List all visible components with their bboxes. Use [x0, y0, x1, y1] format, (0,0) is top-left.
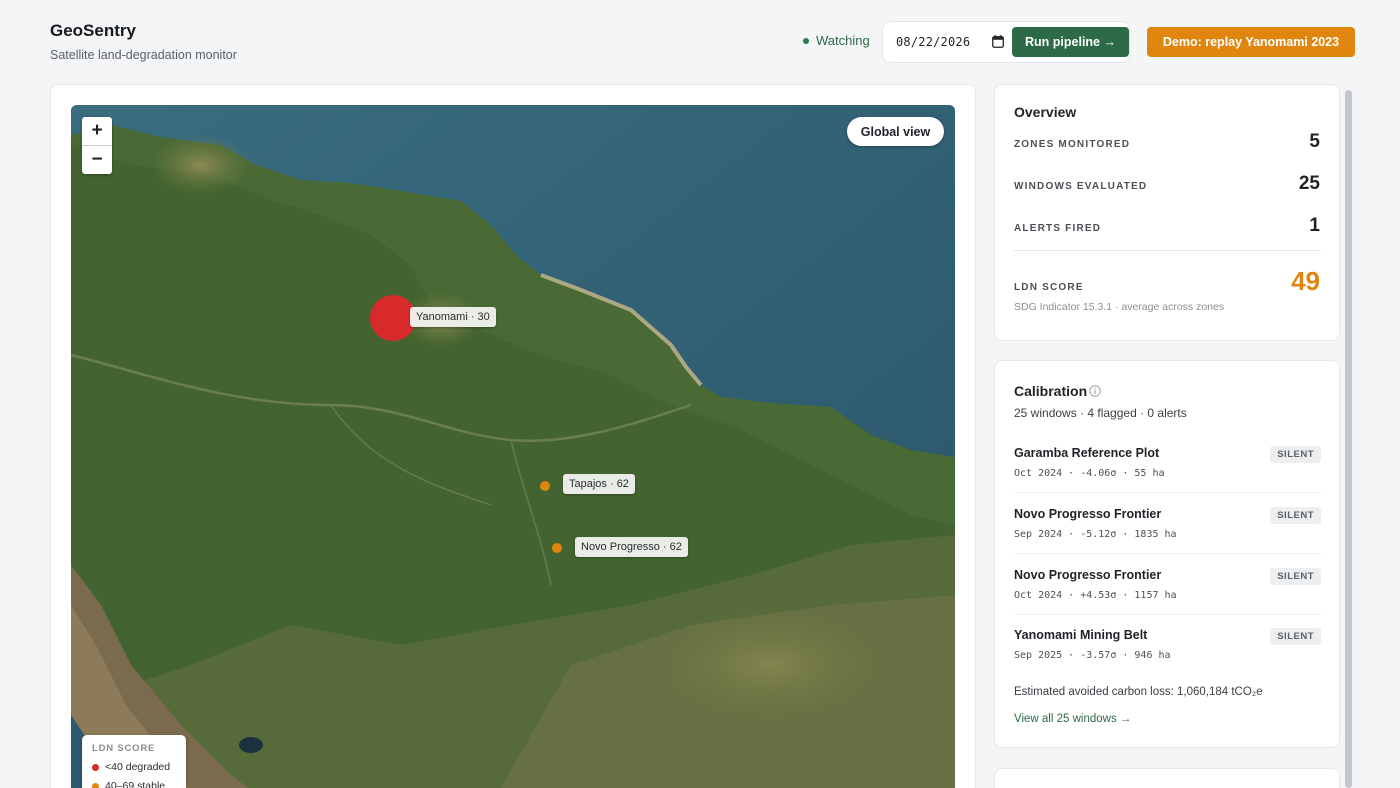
- calibration-item-meta: Oct 2024 · -4.06σ · 55 ha: [1014, 468, 1165, 479]
- stat-label-windows: WINDOWS EVALUATED: [1014, 181, 1148, 192]
- overview-divider: [1014, 250, 1321, 251]
- info-icon[interactable]: [1089, 385, 1101, 397]
- app-header: GeoSentry Satellite land-degradation mon…: [0, 0, 1400, 80]
- next-panel: [994, 768, 1340, 788]
- zone-label-novo-progresso: Novo Progresso · 62: [575, 537, 688, 557]
- calibration-item-meta: Oct 2024 · +4.53σ · 1157 ha: [1014, 590, 1177, 601]
- zone-marker-novo-progresso[interactable]: [552, 543, 562, 553]
- scrollbar-thumb[interactable]: [1345, 90, 1352, 788]
- calibration-summary: 25 windows · 4 flagged · 0 alerts: [1014, 406, 1187, 420]
- legend-item: 40–69 stable: [92, 780, 176, 788]
- calibration-divider: [1014, 553, 1321, 554]
- stat-value-windows: 25: [1298, 173, 1320, 194]
- legend-title: LDN SCORE: [92, 743, 156, 754]
- stat-label-zones: ZONES MONITORED: [1014, 139, 1131, 150]
- terrain-layer: [71, 105, 955, 788]
- legend-label: 40–69 stable: [105, 780, 166, 788]
- calibration-item-name: Garamba Reference Plot: [1014, 446, 1160, 460]
- legend-swatch: [92, 782, 99, 788]
- date-value: 08/22/2026: [896, 35, 971, 49]
- ldn-description: SDG Indicator 15.3.1 · average across zo…: [1014, 301, 1225, 313]
- calibration-item-name: Novo Progresso Frontier: [1014, 507, 1162, 521]
- legend-swatch: [92, 763, 99, 771]
- calibration-item-meta: Sep 2025 · -3.57σ · 946 ha: [1014, 650, 1171, 661]
- run-pipeline-button[interactable]: Run pipeline →: [1012, 27, 1129, 57]
- app-subtitle: Satellite land-degradation monitor: [50, 48, 237, 62]
- view-all-windows-link[interactable]: View all 25 windows →: [1014, 713, 1131, 725]
- calibration-item[interactable]: Garamba Reference Plot Oct 2024 · -4.06σ…: [1014, 446, 1321, 506]
- status-badge: SILENT: [1270, 628, 1321, 645]
- zoom-out-button[interactable]: −: [82, 145, 112, 173]
- stat-value-alerts: 1: [1309, 215, 1320, 236]
- calibration-item[interactable]: Novo Progresso Frontier Oct 2024 · +4.53…: [1014, 568, 1321, 628]
- global-view-button[interactable]: Global view: [847, 117, 944, 146]
- legend-label: <40 degraded: [105, 761, 171, 773]
- status-badge: SILENT: [1270, 568, 1321, 585]
- ldn-score-value: 49: [1291, 266, 1320, 296]
- calibration-item-name: Yanomami Mining Belt: [1014, 628, 1148, 642]
- calibration-item[interactable]: Novo Progresso Frontier Sep 2024 · -5.12…: [1014, 507, 1321, 567]
- panel-scrollbar[interactable]: [1345, 90, 1352, 788]
- demo-replay-button[interactable]: Demo: replay Yanomami 2023: [1147, 27, 1355, 57]
- map-legend: LDN SCORE <40 degraded 40–69 stable: [82, 735, 186, 788]
- calibration-divider: [1014, 492, 1321, 493]
- status-label: Watching: [816, 33, 870, 48]
- stat-value-zones: 5: [1309, 131, 1320, 152]
- zone-marker-tapajos[interactable]: [540, 481, 550, 491]
- status-badge: SILENT: [1270, 446, 1321, 463]
- zone-label-yanomami: Yanomami · 30: [410, 307, 496, 327]
- legend-item: <40 degraded: [92, 761, 176, 773]
- satellite-map[interactable]: Yanomami · 30 Tapajos · 62 Novo Progress…: [71, 105, 955, 788]
- zoom-control: + −: [82, 117, 112, 174]
- calibration-item[interactable]: Yanomami Mining Belt Sep 2025 · -3.57σ ·…: [1014, 628, 1321, 688]
- zone-label-tapajos: Tapajos · 62: [563, 474, 635, 494]
- calibration-item-name: Novo Progresso Frontier: [1014, 568, 1162, 582]
- ldn-label: LDN SCORE: [1014, 282, 1084, 293]
- overview-title: Overview: [1014, 104, 1077, 120]
- calibration-divider: [1014, 614, 1321, 615]
- app-title: GeoSentry: [50, 21, 136, 40]
- calendar-icon[interactable]: [992, 35, 1004, 48]
- calibration-panel: Calibration 25 windows · 4 flagged · 0 a…: [994, 360, 1340, 748]
- watching-status: Watching: [803, 33, 870, 48]
- zoom-in-button[interactable]: +: [82, 117, 112, 145]
- status-badge: SILENT: [1270, 507, 1321, 524]
- calibration-title: Calibration: [1014, 383, 1088, 399]
- calibration-item-meta: Sep 2024 · -5.12σ · 1835 ha: [1014, 529, 1177, 540]
- overview-panel: Overview ZONES MONITORED 5 WINDOWS EVALU…: [994, 84, 1340, 341]
- carbon-estimate: Estimated avoided carbon loss: 1,060,184…: [1014, 686, 1263, 698]
- stat-label-alerts: ALERTS FIRED: [1014, 223, 1102, 234]
- status-dot-icon: [803, 37, 809, 44]
